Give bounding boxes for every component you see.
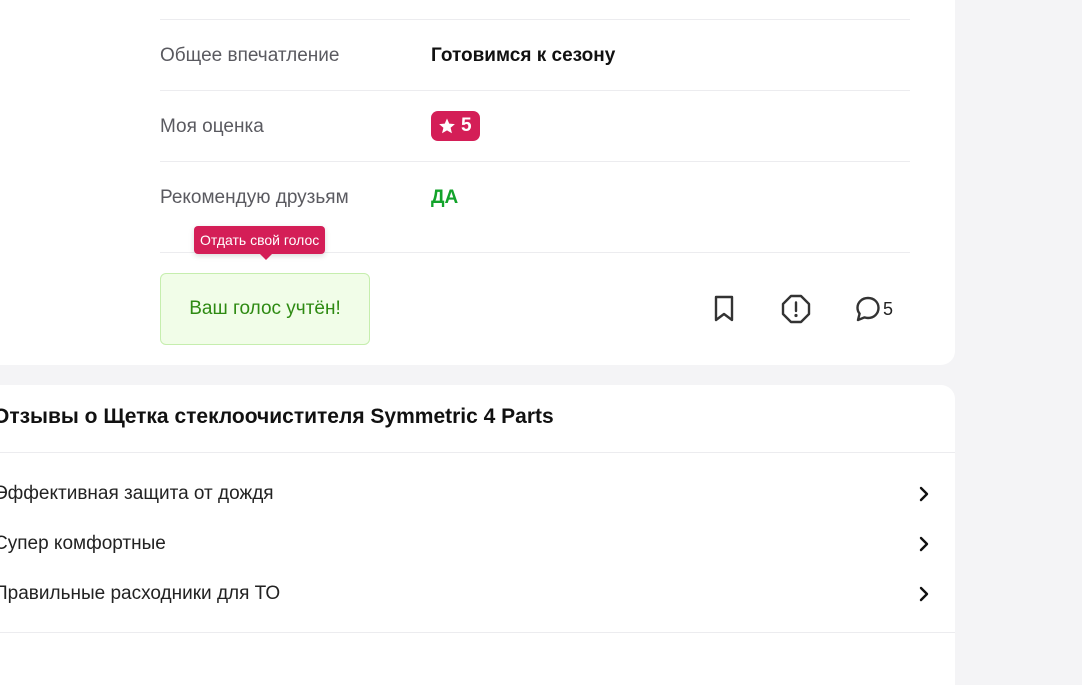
- list-item-label: Супер комфортные: [0, 533, 166, 554]
- chevron-right-icon: [919, 586, 929, 602]
- row-divider-top: [160, 0, 910, 20]
- comment-count: 5: [883, 299, 894, 319]
- row-value: Готовимся к сезону: [431, 45, 616, 66]
- row-overall-impression: Общее впечатление Готовимся к сезону: [160, 19, 910, 91]
- comment-icon: [856, 296, 880, 322]
- chevron-right-icon: [919, 486, 929, 502]
- list-item[interactable]: Правильные расходники для ТО: [0, 579, 934, 609]
- row-my-rating: Моя оценка 5: [160, 90, 910, 162]
- chevron-right-icon: [919, 536, 929, 552]
- vote-tooltip: Отдать свой голос: [194, 226, 326, 260]
- section-title: Отзывы о Щетка стеклоочистителя Symmetri…: [0, 405, 554, 428]
- list-item[interactable]: Эффективная защита от дождя: [0, 479, 934, 509]
- divider: [0, 452, 955, 453]
- list-item[interactable]: Супер комфортные: [0, 529, 934, 559]
- rating-value: 5: [461, 115, 472, 136]
- divider: [0, 632, 955, 633]
- vote-status: Ваш голос учтён!: [160, 273, 370, 345]
- comments-button[interactable]: [850, 291, 886, 327]
- row-label: Рекомендую друзьям: [160, 187, 349, 208]
- bookmark-button[interactable]: [706, 291, 742, 327]
- rating-badge: 5: [431, 111, 480, 141]
- row-value: ДА: [431, 187, 459, 208]
- list-item-label: Эффективная защита от дождя: [0, 483, 274, 504]
- reviews-section: Отзывы о Щетка стеклоочистителя Symmetri…: [0, 385, 955, 685]
- bookmark-icon: [714, 295, 734, 322]
- report-button[interactable]: [778, 291, 814, 327]
- report-icon: [781, 294, 811, 324]
- list-item-label: Правильные расходники для ТО: [0, 583, 281, 604]
- row-label: Моя оценка: [160, 116, 264, 137]
- row-label: Общее впечатление: [160, 45, 340, 66]
- star-icon: [439, 118, 455, 134]
